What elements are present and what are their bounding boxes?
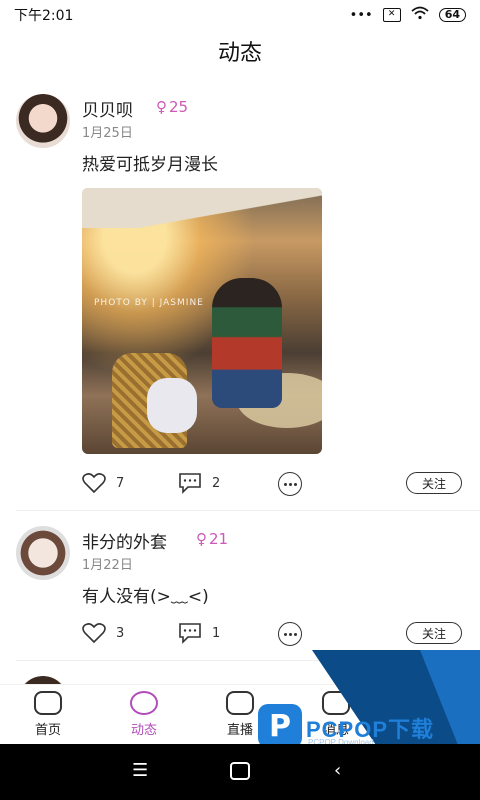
post-text: 热爱可抵岁月漫长: [82, 155, 218, 175]
more-options-button[interactable]: [278, 622, 302, 646]
menu-icon[interactable]: ☰: [132, 760, 148, 781]
comment-count: 2: [212, 475, 221, 491]
like-button[interactable]: 3: [82, 622, 124, 644]
comment-button[interactable]: 2: [178, 472, 220, 494]
status-time: 下午2:01: [14, 8, 74, 24]
user-name[interactable]: 贝贝呗: [82, 96, 133, 121]
tab-label: 动态: [130, 723, 157, 738]
badge-icon: ♀: [156, 98, 167, 116]
battery-icon: 64: [438, 8, 466, 22]
feed-icon: [130, 691, 158, 715]
tab-home[interactable]: 首页: [18, 691, 78, 738]
photo-dog: [147, 378, 197, 433]
status-icons: ••• ✕ 64: [350, 6, 466, 24]
play-icon: [226, 691, 254, 715]
comment-count: 1: [212, 625, 221, 641]
post-date: 1月25日: [82, 126, 133, 141]
post-text: 有人没有(>﹏<): [82, 587, 209, 607]
avatar[interactable]: [16, 94, 70, 148]
watermark-logo-icon: P: [258, 704, 302, 748]
like-count: 7: [116, 475, 125, 491]
home-icon: [34, 691, 62, 715]
photo-umbrella: [82, 188, 322, 228]
heart-icon: [82, 473, 106, 494]
tab-label: 直播: [226, 723, 253, 738]
more-dots-icon: •••: [349, 7, 373, 23]
badge-icon: ♀: [196, 530, 207, 548]
system-nav-bar: ☰ ‹: [0, 744, 480, 800]
follow-button[interactable]: 关注: [406, 472, 462, 494]
user-name[interactable]: 非分的外套: [82, 528, 167, 553]
badge-count: 21: [209, 530, 229, 548]
badge-count: 25: [169, 98, 189, 116]
tab-label: 首页: [34, 723, 61, 738]
level-badge: ♀ 25: [156, 98, 188, 116]
wifi-icon: [411, 6, 429, 24]
comment-button[interactable]: 1: [178, 622, 220, 644]
tab-feed[interactable]: 动态: [114, 691, 174, 738]
like-count: 3: [116, 625, 125, 641]
comment-icon: [179, 623, 201, 644]
page-title: 动态: [217, 41, 262, 66]
post-photo[interactable]: PHOTO BY | JASMINE: [82, 188, 322, 454]
comment-icon: [179, 473, 201, 494]
photo-watermark: PHOTO BY | JASMINE: [94, 298, 204, 308]
sim-icon: ✕: [382, 8, 401, 22]
avatar[interactable]: [16, 526, 70, 580]
home-nav-icon[interactable]: [230, 762, 250, 780]
follow-button[interactable]: 关注: [406, 622, 462, 644]
level-badge: ♀ 21: [196, 530, 228, 548]
like-button[interactable]: 7: [82, 472, 124, 494]
back-icon[interactable]: ‹: [334, 760, 341, 781]
post-date: 1月22日: [82, 558, 133, 573]
more-options-button[interactable]: [278, 472, 302, 496]
divider: [16, 510, 480, 511]
status-bar: 下午2:01 ••• ✕ 64: [0, 0, 480, 30]
heart-icon: [82, 623, 106, 644]
photo-person: [212, 278, 282, 408]
post-actions: 7 2 关注: [82, 472, 472, 500]
post-actions: 3 1 关注: [82, 622, 472, 650]
